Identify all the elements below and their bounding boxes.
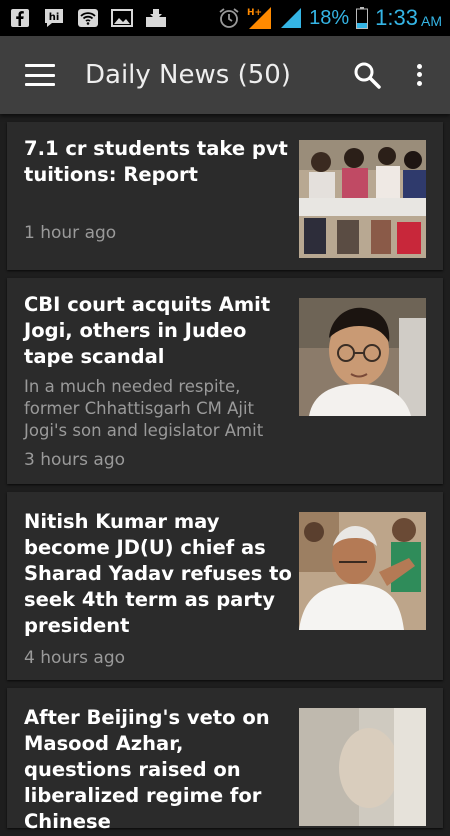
news-thumbnail[interactable] [299, 708, 426, 826]
signal-icon [279, 7, 303, 29]
menu-icon[interactable] [25, 64, 55, 86]
news-card[interactable]: 7.1 cr students take pvt tuitions: Repor… [7, 122, 443, 270]
svg-text:hi: hi [49, 12, 60, 23]
battery-icon [355, 7, 369, 29]
news-title: CBI court acquits Amit Jogi, others in J… [24, 293, 271, 368]
news-time: 3 hours ago [24, 450, 126, 470]
clock-time: 1:33 [375, 5, 418, 30]
hike-icon: hi [42, 7, 66, 29]
news-thumbnail[interactable] [299, 512, 426, 630]
news-card[interactable]: CBI court acquits Amit Jogi, others in J… [7, 278, 443, 484]
facebook-icon [8, 7, 32, 29]
search-icon[interactable] [350, 58, 384, 92]
alarm-icon [217, 7, 241, 29]
battery-percent: 18% [309, 6, 350, 29]
news-list: 7.1 cr students take pvt tuitions: Repor… [7, 122, 443, 836]
news-title: After Beijing's veto on Masood Azhar, qu… [24, 706, 270, 833]
download-icon [144, 7, 168, 29]
wifi-icon [76, 7, 100, 29]
news-time: 4 hours ago [24, 648, 126, 668]
news-title: 7.1 cr students take pvt tuitions: Repor… [24, 137, 288, 186]
news-title: Nitish Kumar may become JD(U) chief as S… [24, 510, 292, 637]
status-bar: hi H+ 18% 1:33 AM [0, 0, 450, 36]
app-bar: Daily News (50) [0, 36, 450, 114]
clock-ampm: AM [421, 13, 442, 29]
network-type: H+ [247, 8, 262, 18]
news-thumbnail[interactable] [299, 140, 426, 258]
news-card[interactable]: Nitish Kumar may become JD(U) chief as S… [7, 492, 443, 680]
gallery-icon [110, 7, 134, 29]
news-summary: In a much needed respite, former Chhatti… [24, 377, 264, 440]
news-thumbnail[interactable] [299, 298, 426, 416]
news-time: 1 hour ago [24, 223, 117, 243]
network-hplus-icon: H+ [247, 7, 273, 29]
more-vert-icon[interactable] [404, 58, 434, 92]
page-title: Daily News (50) [85, 60, 291, 90]
news-card[interactable]: After Beijing's veto on Masood Azhar, qu… [7, 688, 443, 833]
